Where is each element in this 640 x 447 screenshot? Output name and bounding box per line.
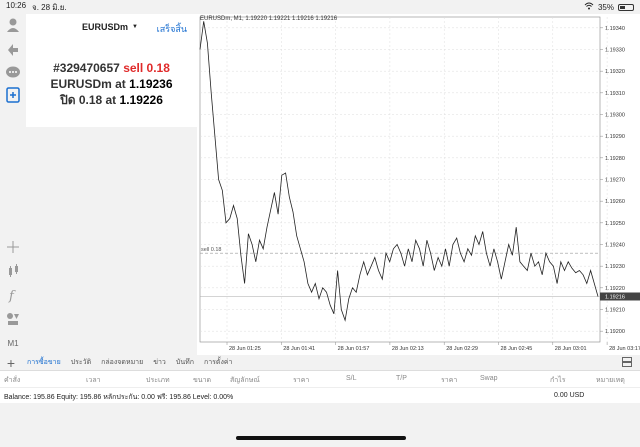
column-header: S/L — [346, 375, 357, 382]
y-tick-label: 1.19260 — [605, 199, 625, 205]
tab-4[interactable]: บันทึก — [171, 357, 199, 368]
y-tick-label: 1.19280 — [605, 156, 625, 162]
column-header: ราคา — [293, 377, 310, 384]
price-chart[interactable]: 1.19340 1.19330 1.19320 1.19310 1.19300 1.192… — [197, 14, 640, 355]
column-header: ประเภท — [146, 377, 170, 384]
x-tick-label: 28 Jun 01:41 — [283, 346, 315, 352]
done-button[interactable]: เสร็จสิ้น — [157, 22, 187, 36]
tab-2[interactable]: กล่องจดหมาย — [96, 357, 148, 368]
close-label: ปิด 0.18 at — [60, 93, 117, 107]
y-tick-label: 1.19200 — [605, 329, 625, 335]
y-tick-label: 1.19240 — [605, 243, 625, 249]
symbol-label: EURUSDm — [82, 22, 129, 32]
column-header: คำสั่ง — [4, 377, 21, 384]
open-price: 1.19236 — [129, 77, 173, 91]
y-tick-label: 1.19270 — [605, 178, 625, 184]
left-toolbar: f M1 — [0, 14, 26, 360]
y-tick-label: 1.19320 — [605, 69, 625, 75]
y-tick-label: 1.19330 — [605, 48, 625, 54]
x-tick-label: 28 Jun 01:25 — [229, 346, 261, 352]
trade-result: #329470657 sell 0.18 EURUSDm at 1.19236 … — [26, 40, 197, 108]
wifi-icon — [584, 2, 594, 12]
chart-title: EURUSDm, M1, 1.19220 1.19221 1.19216 1.1… — [200, 16, 338, 22]
symbol-at-label: EURUSDm at — [50, 77, 126, 91]
tab-0[interactable]: การซื้อขาย — [22, 357, 66, 368]
y-tick-label: 1.19310 — [605, 91, 625, 97]
balance-row: Balance: 195.86 Equity: 195.86 หลักประกั… — [0, 387, 640, 403]
column-header: ขนาด — [193, 377, 212, 384]
column-header: Swap — [480, 375, 498, 382]
column-header: สัญลักษณ์ — [230, 377, 260, 384]
timeframe-button[interactable]: M1 — [4, 334, 22, 352]
y-tick-label: 1.19210 — [605, 308, 625, 314]
trade-panel: EURUSDm ▼ เสร็จสิ้น #329470657 sell 0.18… — [26, 14, 197, 127]
x-tick-label: 28 Jun 02:13 — [392, 346, 424, 352]
x-tick-label: 28 Jun 03:17 — [609, 346, 640, 352]
layout-icon[interactable] — [622, 354, 640, 372]
tab-1[interactable]: ประวัติ — [66, 357, 96, 368]
y-tick-label: 1.19290 — [605, 134, 625, 140]
user-icon[interactable] — [4, 16, 22, 34]
y-tick-label: 1.19340 — [605, 26, 625, 32]
objects-icon[interactable] — [4, 310, 22, 328]
order-side: sell 0.18 — [123, 61, 170, 75]
crosshair-icon[interactable] — [4, 238, 22, 256]
status-bar: 10:26 จ. 28 มิ.ย. 35% — [0, 0, 640, 14]
status-date: จ. 28 มิ.ย. — [32, 2, 67, 12]
quotes-icon[interactable] — [4, 40, 22, 58]
add-icon[interactable]: + — [0, 355, 22, 371]
column-header: ราคา — [441, 377, 458, 384]
balance-profit: 0.00 USD — [554, 392, 585, 399]
tab-5[interactable]: การตั้งค่า — [199, 357, 238, 368]
symbol-select[interactable]: EURUSDm ▼ — [82, 22, 138, 32]
chart-canvas[interactable]: 1.19340 1.19330 1.19320 1.19310 1.19300 1.192… — [197, 14, 640, 355]
x-tick-label: 28 Jun 02:29 — [446, 346, 478, 352]
column-header: หมายเหตุ — [596, 377, 625, 384]
chat-icon[interactable] — [4, 64, 22, 82]
x-tick-label: 28 Jun 02:45 — [501, 346, 533, 352]
x-tick-label: 28 Jun 03:01 — [555, 346, 587, 352]
column-header: กำไร — [550, 377, 566, 384]
orders-table-header: คำสั่ง เวลา ประเภท ขนาด สัญลักษณ์ ราคา S/L T/P ร… — [0, 371, 640, 387]
column-header: เวลา — [86, 377, 101, 384]
price-series-line — [199, 21, 599, 322]
tabs-list: การซื้อขาย ประวัติ กล่องจดหมาย ข่าว บันทึก กา… — [22, 357, 237, 368]
candles-icon[interactable] — [4, 262, 22, 280]
current-price-label: 1.19216 — [605, 295, 625, 301]
y-tick-label: 1.19250 — [605, 221, 625, 227]
trade-panel-header: EURUSDm ▼ เสร็จสิ้น — [26, 14, 197, 40]
y-tick-label: 1.19300 — [605, 113, 625, 119]
indicators-icon[interactable]: f — [4, 286, 22, 304]
order-line-label: sell 0.18 — [201, 247, 222, 253]
x-tick-label: 28 Jun 01:57 — [338, 346, 370, 352]
home-indicator — [236, 436, 406, 440]
new-order-icon[interactable] — [4, 86, 22, 104]
bottom-tabs: + การซื้อขาย ประวัติ กล่องจดหมาย ข่าว บันทึก… — [0, 355, 640, 371]
status-time: 10:26 — [6, 0, 27, 10]
battery-icon — [618, 3, 634, 11]
order-id: #329470657 — [53, 61, 120, 75]
chevron-down-icon: ▼ — [132, 24, 138, 30]
tab-3[interactable]: ข่าว — [148, 357, 171, 368]
timeframe-label: M1 — [7, 338, 19, 348]
balance-summary: Balance: 195.86 Equity: 195.86 หลักประกั… — [4, 394, 234, 401]
svg-text:f: f — [8, 289, 16, 303]
y-tick-label: 1.19220 — [605, 286, 625, 292]
y-tick-label: 1.19230 — [605, 264, 625, 270]
battery-percent: 35% — [597, 2, 614, 12]
column-header: T/P — [396, 375, 407, 382]
close-price: 1.19226 — [119, 93, 163, 107]
